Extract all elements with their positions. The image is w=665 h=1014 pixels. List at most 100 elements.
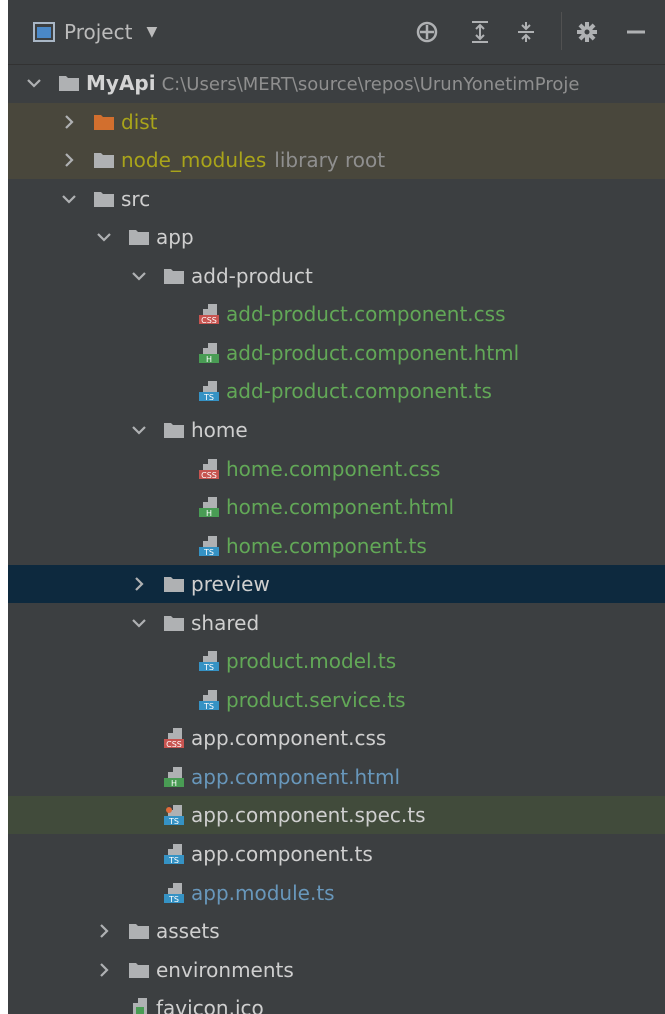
tree-item-label: app.module.ts xyxy=(191,880,335,905)
svg-text:TS: TS xyxy=(168,856,179,865)
tree-item-label: add-product.component.html xyxy=(226,340,520,365)
tree-item-label: app xyxy=(156,225,194,250)
folder-icon xyxy=(163,612,185,634)
chevron-down-icon[interactable] xyxy=(129,604,149,642)
css-file-icon: CSS xyxy=(163,727,185,749)
ts-file-icon: TS xyxy=(163,843,185,865)
tree-row-app-component-css[interactable]: CSS app.component.css xyxy=(8,719,665,757)
chevron-right-icon[interactable] xyxy=(129,565,149,603)
project-view-icon[interactable] xyxy=(33,22,55,42)
collapse-all-icon[interactable] xyxy=(512,17,540,47)
tree-row-app-component-ts[interactable]: TS app.component.ts xyxy=(8,835,665,873)
tree-row-product-model-ts[interactable]: TS product.model.ts xyxy=(8,642,665,680)
tree-item-text: add-product xyxy=(191,257,313,295)
chevron-right-icon[interactable] xyxy=(94,951,114,989)
tree-item-label: preview xyxy=(191,572,270,597)
tree-item-label: src xyxy=(121,186,151,211)
tree-row-environments[interactable]: environments xyxy=(8,951,665,989)
chevron-right-icon[interactable] xyxy=(94,912,114,950)
html-file-icon: H xyxy=(198,496,220,518)
expand-all-icon[interactable] xyxy=(466,17,494,47)
folder-icon xyxy=(128,959,150,981)
tree-row-preview[interactable]: preview xyxy=(8,565,665,604)
css-file-icon: CSS xyxy=(198,303,220,325)
window-edge xyxy=(0,0,8,1014)
tree-item-text: preview xyxy=(191,565,270,603)
chevron-right-icon[interactable] xyxy=(59,141,79,179)
tree-row-app[interactable]: app xyxy=(8,218,665,256)
minimize-icon[interactable] xyxy=(622,17,650,47)
folder-icon xyxy=(128,920,150,942)
tree-item-text: product.model.ts xyxy=(226,642,396,680)
tree-item-text: home.component.css xyxy=(226,450,440,488)
project-tree: MyApi C:\Users\MERT\source\repos\UrunYone… xyxy=(8,64,665,1014)
ts-file-icon: TS xyxy=(198,380,220,402)
svg-text:CSS: CSS xyxy=(166,740,182,749)
chevron-right-icon[interactable] xyxy=(59,103,79,141)
ts-spec-file-icon: TS xyxy=(163,804,185,826)
tree-item-label: home xyxy=(191,417,248,442)
tree-row-src[interactable]: src xyxy=(8,180,665,218)
tree-row-add-product-component-html[interactable]: Hadd-product.component.html xyxy=(8,334,665,372)
tree-row-product-service-ts[interactable]: TS product.service.ts xyxy=(8,681,665,719)
tree-row-add-product[interactable]: add-product xyxy=(8,257,665,295)
tree-item-text: add-product.component.css xyxy=(226,295,505,333)
tree-item-text: home xyxy=(191,411,248,449)
tree-row-node-modules[interactable]: node_modules library root xyxy=(8,141,665,180)
tree-row-home[interactable]: home xyxy=(8,411,665,449)
tree-item-label: product.service.ts xyxy=(226,687,406,712)
tree-item-label: favicon.ico xyxy=(156,996,264,1014)
tree-item-label: node_modules xyxy=(121,148,267,173)
view-dropdown-chevron-icon[interactable]: ▼ xyxy=(146,24,157,40)
tree-item-text: app.component.html xyxy=(191,758,400,796)
tree-row-shared[interactable]: shared xyxy=(8,604,665,642)
tree-row-home-component-ts[interactable]: TS home.component.ts xyxy=(8,527,665,565)
tree-row-home-component-html[interactable]: Hhome.component.html xyxy=(8,488,665,526)
locate-icon[interactable] xyxy=(413,17,441,47)
tool-window-header: Project ▼ xyxy=(8,0,665,65)
tree-row-home-component-css[interactable]: CSS home.component.css xyxy=(8,450,665,488)
tree-item-text: dist xyxy=(121,103,158,141)
tree-row-app-component-spec-ts[interactable]: TS app.component.spec.ts xyxy=(8,796,665,835)
svg-text:TS: TS xyxy=(203,393,214,402)
tree-item-text: MyApi C:\Users\MERT\source\repos\UrunYone… xyxy=(86,64,579,102)
tree-row-add-product-component-ts[interactable]: TS add-product.component.ts xyxy=(8,372,665,410)
tree-item-label: MyApi xyxy=(86,71,156,95)
tree-item-label: dist xyxy=(121,109,158,134)
tree-item-text: app.module.ts xyxy=(191,874,335,912)
tree-row-assets[interactable]: assets xyxy=(8,912,665,950)
folder-icon xyxy=(163,419,185,441)
tree-item-label: environments xyxy=(156,957,294,982)
library-root-hint: library root xyxy=(274,148,386,173)
tree-row-myapi[interactable]: MyApi C:\Users\MERT\source\repos\UrunYone… xyxy=(8,64,665,102)
svg-text:TS: TS xyxy=(203,702,214,711)
chevron-down-icon[interactable] xyxy=(94,218,114,256)
tree-item-text: app.component.css xyxy=(191,719,386,757)
ts-file-icon: TS xyxy=(198,689,220,711)
tree-item-text: shared xyxy=(191,604,259,642)
tree-item-label: home.component.css xyxy=(226,456,441,481)
tree-item-label: assets xyxy=(156,919,220,944)
css-file-icon: CSS xyxy=(198,458,220,480)
tree-row-app-module-ts[interactable]: TS app.module.ts xyxy=(8,874,665,912)
tree-row-dist[interactable]: dist xyxy=(8,102,665,141)
tree-row-add-product-component-css[interactable]: CSS add-product.component.css xyxy=(8,295,665,333)
tree-item-label: shared xyxy=(191,610,260,635)
folder-icon xyxy=(58,72,80,94)
chevron-down-icon[interactable] xyxy=(129,257,149,295)
gear-icon[interactable] xyxy=(573,17,601,47)
chevron-down-icon[interactable] xyxy=(24,64,44,102)
tree-item-label: home.component.html xyxy=(226,495,455,520)
tree-item-text: add-product.component.html xyxy=(226,334,519,372)
tree-row-favicon-ico[interactable]: favicon.ico xyxy=(8,989,665,1014)
svg-text:H: H xyxy=(206,355,212,364)
chevron-down-icon[interactable] xyxy=(129,411,149,449)
project-view-title[interactable]: Project xyxy=(64,20,132,44)
svg-text:TS: TS xyxy=(203,548,214,557)
svg-text:TS: TS xyxy=(168,817,179,826)
tree-row-app-component-html[interactable]: Happ.component.html xyxy=(8,758,665,796)
ts-file-icon: TS xyxy=(198,535,220,557)
chevron-down-icon[interactable] xyxy=(59,180,79,218)
tree-item-text: app.component.ts xyxy=(191,835,373,873)
tree-item-label: product.model.ts xyxy=(226,649,397,674)
